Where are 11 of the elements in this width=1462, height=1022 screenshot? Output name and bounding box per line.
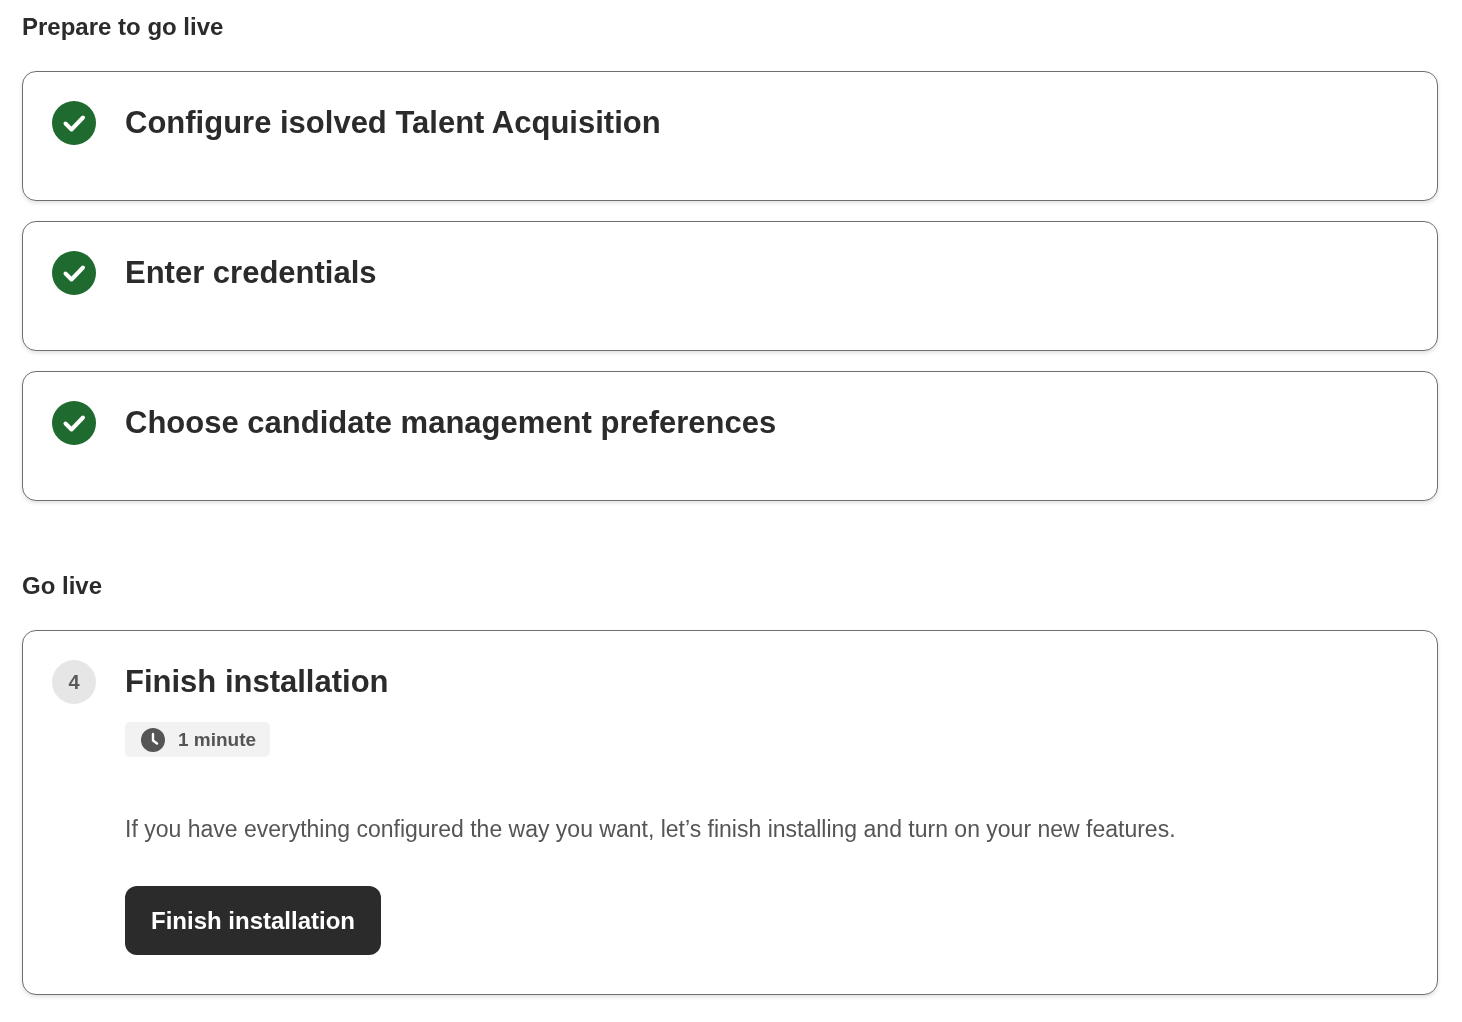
clock-icon xyxy=(141,727,165,752)
section-heading: Go live xyxy=(22,571,103,601)
step-title: Choose candidate management preferences xyxy=(125,404,777,442)
step-number: 4 xyxy=(52,660,96,704)
finish-button[interactable]: Finish installation xyxy=(125,886,381,955)
step-title: Configure isolved Talent Acquisition xyxy=(125,104,661,142)
step-description: If you have everything configured the way you want, let’s finish installing and turn on your new features. xyxy=(125,815,1176,844)
step-title: Finish installation xyxy=(125,663,389,701)
duration-text: 1 minute xyxy=(178,728,257,751)
step-title: Enter credentials xyxy=(125,254,377,292)
section-heading: Prepare to go live xyxy=(22,12,224,42)
